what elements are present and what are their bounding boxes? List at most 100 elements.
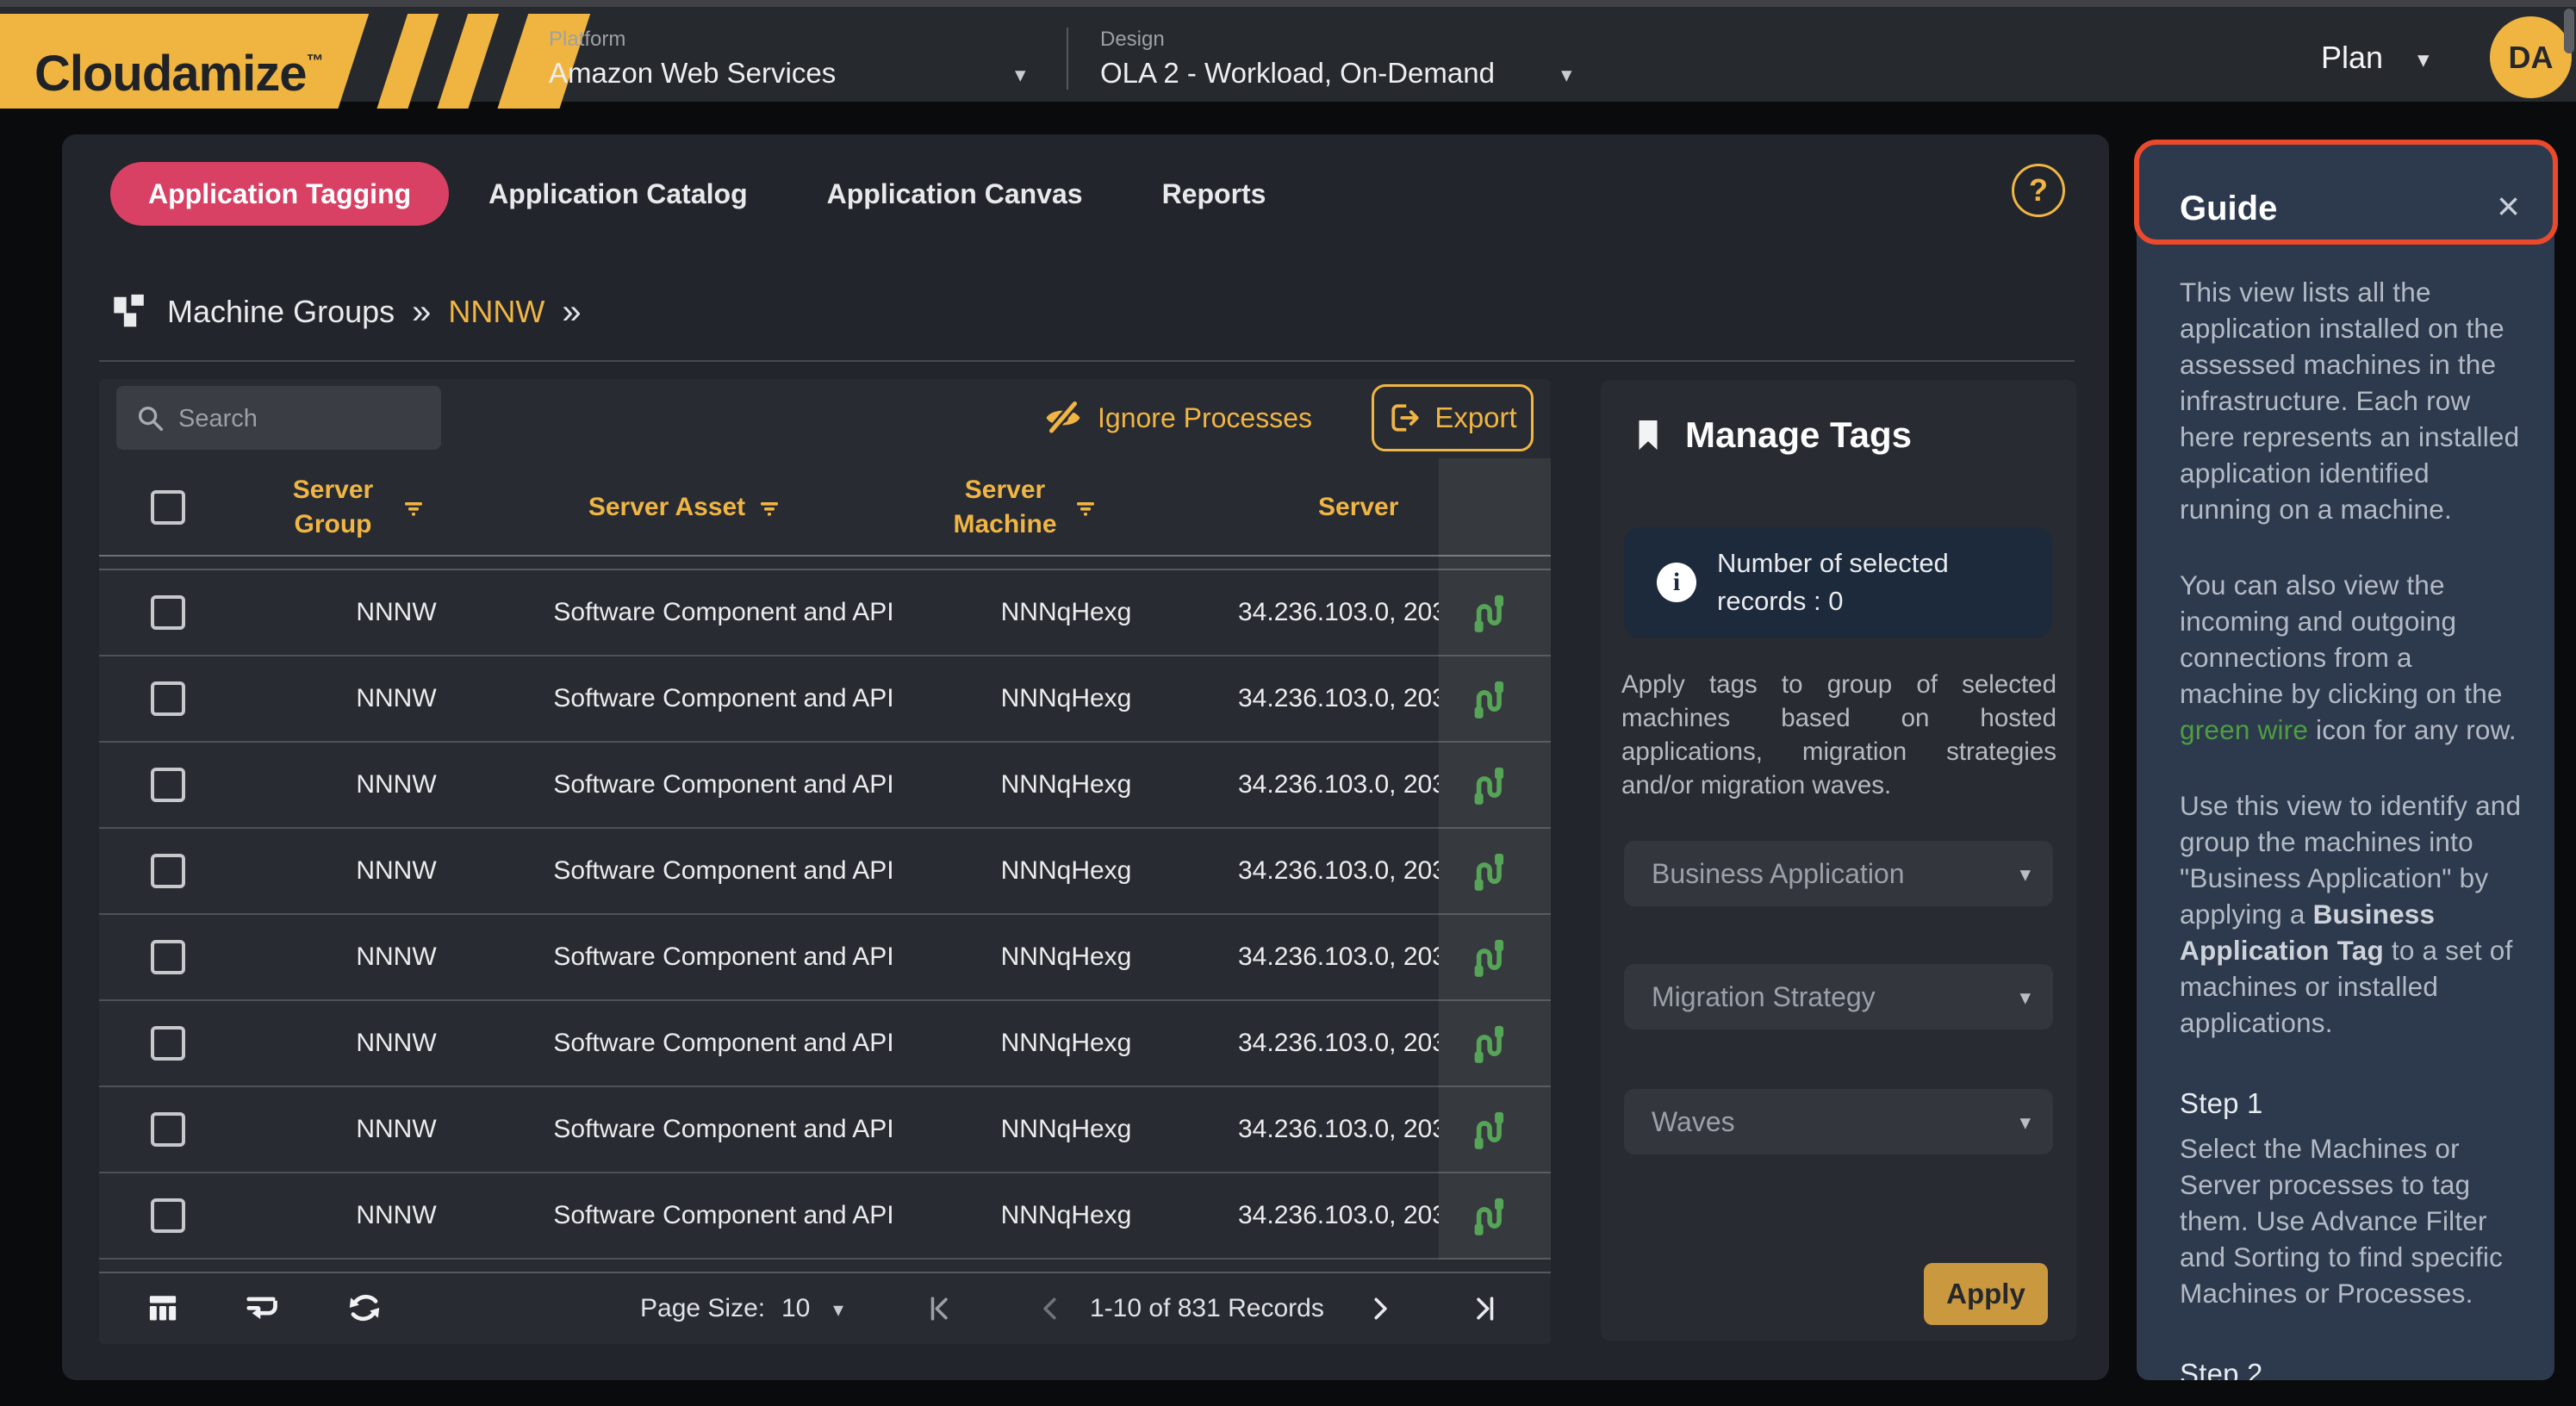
top-bar: Cloudamize™ Platform Amazon Web Services… <box>0 0 2576 102</box>
previous-page-button[interactable] <box>1034 1292 1067 1325</box>
page-scrollbar[interactable] <box>2564 9 2574 53</box>
tab-application-tagging[interactable]: Application Tagging <box>110 162 449 226</box>
column-header-server-group[interactable]: Server Group <box>250 458 452 557</box>
help-icon: ? <box>2029 172 2048 208</box>
close-icon[interactable]: × <box>2497 183 2520 229</box>
apply-button[interactable]: Apply <box>1924 1263 2048 1325</box>
applications-table-panel: Ignore Processes Export Server Group <box>99 379 1551 1344</box>
topbar-divider <box>1067 28 1068 90</box>
next-page-button[interactable] <box>1364 1292 1397 1325</box>
search-icon <box>135 403 166 434</box>
table-header-row: Server Group Server Asset <box>99 458 1551 557</box>
manage-tags-header: Manage Tags <box>1630 414 1912 456</box>
filter-icon[interactable] <box>1073 495 1098 519</box>
tab-reports[interactable]: Reports <box>1123 162 1306 226</box>
cell-server-ip: 34.236.103.0, 203.24 <box>1238 829 1439 913</box>
wrap-text-icon[interactable] <box>242 1289 280 1327</box>
wire-connections-icon[interactable] <box>1465 678 1509 721</box>
cell-server-asset: Software Component and API <box>547 1087 900 1172</box>
wire-connections-icon[interactable] <box>1465 764 1509 807</box>
info-icon: i <box>1657 563 1696 602</box>
columns-icon[interactable] <box>144 1289 182 1327</box>
selected-records-text: Number of selected records : 0 <box>1717 544 2010 620</box>
row-checkbox[interactable] <box>151 1112 185 1147</box>
design-selector[interactable]: Design OLA 2 - Workload, On-Demand ▾ <box>1100 7 1617 109</box>
breadcrumb: Machine Groups » NNNW » <box>110 286 582 338</box>
first-page-button[interactable] <box>924 1292 957 1325</box>
filter-icon[interactable] <box>401 495 426 519</box>
last-page-button[interactable] <box>1467 1292 1500 1325</box>
cell-server-group: NNNW <box>297 743 495 827</box>
breadcrumb-machine-groups[interactable]: Machine Groups <box>167 294 395 330</box>
cell-server-asset: Software Component and API <box>547 656 900 741</box>
machine-groups-icon <box>110 292 150 332</box>
plan-menu[interactable]: Plan <box>2321 40 2383 76</box>
table-spacer-row <box>99 557 1551 570</box>
tab-application-canvas[interactable]: Application Canvas <box>787 162 1123 226</box>
column-header-server-machine[interactable]: Server Machine <box>887 458 1159 557</box>
row-checkbox[interactable] <box>151 1198 185 1233</box>
cell-server-ip: 34.236.103.0, 203.24 <box>1238 1001 1439 1086</box>
page-size-value[interactable]: 10 <box>781 1294 810 1323</box>
records-range-label: 1-10 of 831 Records <box>1090 1294 1314 1323</box>
table-body: NNNW Software Component and API NNNqHexg… <box>99 570 1551 1260</box>
trademark-symbol: ™ <box>307 52 323 71</box>
tab-application-catalog[interactable]: Application Catalog <box>449 162 787 226</box>
cell-server-machine: NNNqHexg <box>952 656 1180 741</box>
guide-panel: Guide × This view lists all the applicat… <box>2137 145 2554 1380</box>
select-all-checkbox[interactable] <box>151 490 185 525</box>
platform-value: Amazon Web Services <box>549 57 836 90</box>
cell-server-ip: 34.236.103.0, 203.24 <box>1238 1087 1439 1172</box>
waves-dropdown[interactable]: Waves ▾ <box>1624 1089 2053 1154</box>
row-checkbox[interactable] <box>151 854 185 888</box>
wire-connections-icon[interactable] <box>1465 850 1509 893</box>
cell-server-group: NNNW <box>297 1173 495 1258</box>
row-checkbox[interactable] <box>151 940 185 974</box>
green-wire-mention: green wire <box>2180 714 2308 745</box>
cell-server-asset: Software Component and API <box>547 829 900 913</box>
chevron-down-icon[interactable]: ▾ <box>2417 47 2430 73</box>
filter-icon[interactable] <box>757 495 781 519</box>
ignore-processes-button[interactable]: Ignore Processes <box>1042 391 1312 445</box>
table-row: NNNW Software Component and API NNNqHexg… <box>99 1173 1551 1260</box>
wire-connections-icon[interactable] <box>1465 592 1509 635</box>
column-header-server-asset[interactable]: Server Asset <box>513 458 857 557</box>
cell-server-machine: NNNqHexg <box>952 1001 1180 1086</box>
table-row: NNNW Software Component and API NNNqHexg… <box>99 915 1551 1001</box>
export-button[interactable]: Export <box>1372 384 1534 451</box>
migration-strategy-dropdown[interactable]: Migration Strategy ▾ <box>1624 964 2053 1030</box>
design-label: Design <box>1100 28 1165 52</box>
brand-wordmark: Cloudamize™ <box>34 14 323 109</box>
refresh-icon[interactable] <box>345 1289 383 1327</box>
cell-server-ip: 34.236.103.0, 203.24 <box>1238 1173 1439 1258</box>
chevron-down-icon[interactable]: ▾ <box>1561 62 1572 88</box>
cell-server-ip: 34.236.103.0, 203.24 <box>1238 656 1439 741</box>
business-application-dropdown[interactable]: Business Application ▾ <box>1624 841 2053 906</box>
cell-server-machine: NNNqHexg <box>952 1087 1180 1172</box>
column-header-server-ip[interactable]: Server <box>1318 458 1456 557</box>
chevron-down-icon: ▾ <box>2019 862 2031 887</box>
row-checkbox[interactable] <box>151 681 185 716</box>
cell-server-asset: Software Component and API <box>547 743 900 827</box>
tab-bar: Application Tagging Application Catalog … <box>110 162 1305 226</box>
chevron-down-icon[interactable]: ▾ <box>833 1297 843 1322</box>
wire-connections-icon[interactable] <box>1465 1023 1509 1066</box>
row-checkbox[interactable] <box>151 1026 185 1061</box>
table-row: NNNW Software Component and API NNNqHexg… <box>99 1087 1551 1173</box>
app-window: Cloudamize™ Platform Amazon Web Services… <box>0 0 2576 1406</box>
platform-selector[interactable]: Platform Amazon Web Services ▾ <box>549 7 1066 109</box>
divider <box>99 360 2075 362</box>
chevron-down-icon[interactable]: ▾ <box>1015 62 1026 88</box>
avatar[interactable]: DA <box>2490 16 2572 98</box>
wire-connections-icon[interactable] <box>1465 936 1509 980</box>
row-checkbox[interactable] <box>151 595 185 630</box>
wire-connections-icon[interactable] <box>1465 1195 1509 1238</box>
search-box <box>116 386 441 450</box>
search-input[interactable] <box>177 386 430 451</box>
help-button[interactable]: ? <box>2012 164 2065 217</box>
breadcrumb-group-nnnw[interactable]: NNNW <box>448 294 544 330</box>
wire-connections-icon[interactable] <box>1465 1109 1509 1152</box>
export-label: Export <box>1434 401 1516 434</box>
row-checkbox[interactable] <box>151 768 185 802</box>
design-value: OLA 2 - Workload, On-Demand <box>1100 57 1495 90</box>
